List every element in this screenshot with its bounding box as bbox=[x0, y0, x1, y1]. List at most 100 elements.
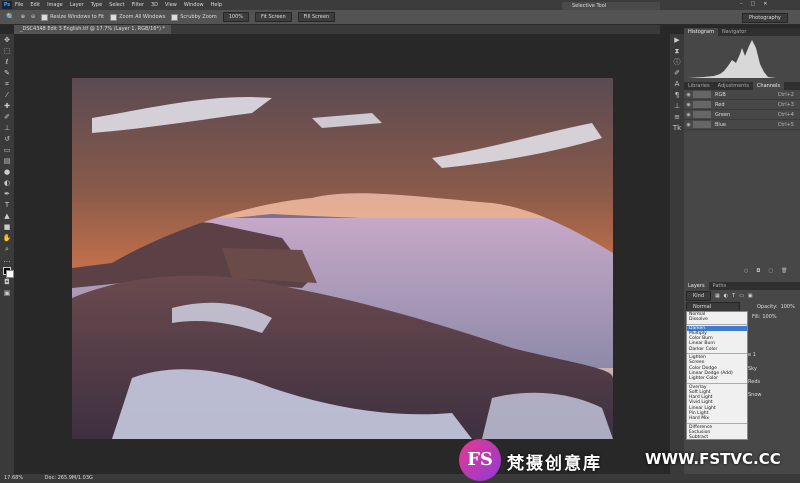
gradient-tool-icon[interactable]: ▤ bbox=[2, 156, 12, 166]
path-select-tool-icon[interactable]: ▲ bbox=[2, 211, 12, 221]
blend-mode-option[interactable]: Dissolve bbox=[687, 317, 747, 322]
maximize-icon[interactable]: □ bbox=[751, 1, 756, 7]
tab-navigator[interactable]: Navigator bbox=[718, 28, 750, 36]
zoom-all-option[interactable]: Zoom All Windows bbox=[110, 13, 165, 21]
clone-source-icon[interactable]: ⊥ bbox=[672, 101, 682, 111]
shape-tool-icon[interactable]: ■ bbox=[2, 222, 12, 232]
fill-value[interactable]: 100% bbox=[762, 314, 776, 320]
eyedropper-tool-icon[interactable]: ⁄ bbox=[2, 90, 12, 100]
menu-separator bbox=[687, 323, 747, 325]
dodge-tool-icon[interactable]: ◐ bbox=[2, 178, 12, 188]
menu-help[interactable]: Help bbox=[211, 2, 222, 8]
channel-row[interactable]: ◉ Red Ctrl+3 bbox=[684, 100, 800, 110]
pen-tool-icon[interactable]: ✒ bbox=[2, 189, 12, 199]
save-selection-icon[interactable]: ◘ bbox=[756, 268, 760, 274]
paragraph-icon[interactable]: ¶ bbox=[672, 90, 682, 100]
load-selection-icon[interactable]: ○ bbox=[744, 268, 748, 274]
zoom-100-button[interactable]: 100% bbox=[222, 12, 250, 22]
resize-windows-checkbox[interactable] bbox=[41, 13, 49, 21]
info-icon[interactable]: ⓘ bbox=[672, 57, 682, 67]
filter-adjust-icon[interactable]: ◐ bbox=[724, 293, 728, 299]
channel-row[interactable]: ◉ RGB Ctrl+2 bbox=[684, 90, 800, 100]
filter-shape-icon[interactable]: ▭ bbox=[739, 293, 744, 299]
scrubby-zoom-label: Scrubby Zoom bbox=[180, 14, 217, 20]
color-swatches-icon[interactable] bbox=[2, 266, 14, 278]
menu-select[interactable]: Select bbox=[109, 2, 124, 8]
eraser-tool-icon[interactable]: ▭ bbox=[2, 145, 12, 155]
menu-view[interactable]: View bbox=[165, 2, 177, 8]
menu-image[interactable]: Image bbox=[47, 2, 63, 8]
healing-brush-tool-icon[interactable]: ✚ bbox=[2, 101, 12, 111]
menu-layer[interactable]: Layer bbox=[70, 2, 84, 8]
document-tab-bar: _DSC4348 Edit 3 English.tif @ 17.7% (Lay… bbox=[14, 25, 660, 34]
status-zoom[interactable]: 17.68% bbox=[4, 475, 23, 481]
quick-mask-icon[interactable]: ◘ bbox=[2, 277, 12, 287]
tab-libraries[interactable]: Libraries bbox=[684, 82, 714, 90]
opacity-label: Opacity: bbox=[757, 304, 778, 310]
clone-stamp-tool-icon[interactable]: ⊥ bbox=[2, 123, 12, 133]
document-tab[interactable]: _DSC4348 Edit 3 English.tif @ 17.7% (Lay… bbox=[14, 25, 171, 34]
close-icon[interactable]: ✕ bbox=[763, 1, 767, 7]
window-controls: – □ ✕ bbox=[740, 1, 767, 7]
crop-tool-icon[interactable]: ⌗ bbox=[2, 79, 12, 89]
lasso-tool-icon[interactable]: ℓ bbox=[2, 57, 12, 67]
hand-tool-icon[interactable]: ✋ bbox=[2, 233, 12, 243]
visibility-eye-icon[interactable]: ◉ bbox=[684, 122, 693, 128]
menu-3d[interactable]: 3D bbox=[151, 2, 158, 8]
extra-tools-icon[interactable]: … bbox=[2, 255, 12, 265]
zoom-out-icon[interactable]: ⊖ bbox=[31, 14, 35, 20]
history-brush-tool-icon[interactable]: ↺ bbox=[2, 134, 12, 144]
zoom-in-icon[interactable]: ⊕ bbox=[21, 14, 25, 20]
layer-filter-row: Kind ▦ ◐ T ▭ ▣ bbox=[686, 291, 798, 301]
visibility-eye-icon[interactable]: ◉ bbox=[684, 92, 693, 98]
tab-channels[interactable]: Channels bbox=[752, 82, 785, 90]
new-channel-icon[interactable]: ▢ bbox=[768, 268, 773, 274]
menu-filter[interactable]: Filter bbox=[132, 2, 144, 8]
tab-adjustments[interactable]: Adjustments bbox=[714, 82, 753, 90]
marquee-tool-icon[interactable]: ⬚ bbox=[2, 46, 12, 56]
minimize-icon[interactable]: – bbox=[740, 1, 743, 7]
scrubby-zoom-option[interactable]: Scrubby Zoom bbox=[171, 13, 217, 21]
visibility-eye-icon[interactable]: ◉ bbox=[684, 102, 693, 108]
type-tool-icon[interactable]: T bbox=[2, 200, 12, 210]
tab-paths[interactable]: Paths bbox=[709, 282, 731, 290]
zoom-tool-sidebar-icon[interactable]: ⌕ bbox=[2, 244, 12, 254]
blend-mode-option[interactable]: Lighter Color bbox=[687, 376, 747, 381]
menu-file[interactable]: File bbox=[15, 2, 23, 8]
screen-mode-icon[interactable]: ▣ bbox=[2, 288, 12, 298]
blend-mode-option[interactable]: Darker Color bbox=[687, 347, 747, 352]
delete-channel-icon[interactable]: 🗑 bbox=[781, 268, 787, 274]
fill-screen-button[interactable]: Fill Screen bbox=[297, 12, 336, 22]
glyphs-icon[interactable]: Tk bbox=[672, 123, 682, 133]
menu-type[interactable]: Type bbox=[91, 2, 102, 8]
fit-screen-button[interactable]: Fit Screen bbox=[255, 12, 292, 22]
workspace-select[interactable]: Photography bbox=[742, 13, 788, 23]
move-tool-icon[interactable]: ✥ bbox=[2, 35, 12, 45]
channels-tabs: Libraries Adjustments Channels bbox=[684, 82, 800, 90]
play-icon[interactable]: ▶ bbox=[672, 35, 682, 45]
filter-type-icon[interactable]: T bbox=[732, 293, 735, 299]
history-icon[interactable]: ⧗ bbox=[672, 46, 682, 56]
menu-edit[interactable]: Edit bbox=[30, 2, 40, 8]
resize-windows-option[interactable]: Resize Windows to Fit bbox=[41, 13, 104, 21]
brush-tool-icon[interactable]: ✐ bbox=[2, 112, 12, 122]
scrubby-zoom-checkbox[interactable] bbox=[171, 13, 179, 21]
visibility-eye-icon[interactable]: ◉ bbox=[684, 112, 693, 118]
zoom-all-checkbox[interactable] bbox=[110, 13, 118, 21]
opacity-value[interactable]: 100% bbox=[781, 304, 795, 310]
zoom-tool-icon[interactable]: 🔍 bbox=[6, 13, 15, 21]
brush-preset-icon[interactable]: ✐ bbox=[672, 68, 682, 78]
properties-icon[interactable]: ≡ bbox=[672, 112, 682, 122]
filter-pixel-icon[interactable]: ▦ bbox=[715, 293, 720, 299]
kind-filter-select[interactable]: Kind bbox=[686, 291, 712, 301]
channel-row[interactable]: ◉ Green Ctrl+4 bbox=[684, 110, 800, 120]
quick-select-tool-icon[interactable]: ✎ bbox=[2, 68, 12, 78]
tab-layers[interactable]: Layers bbox=[684, 282, 709, 290]
channel-row[interactable]: ◉ Blue Ctrl+5 bbox=[684, 120, 800, 130]
blend-mode-option[interactable]: Hard Mix bbox=[687, 416, 747, 421]
menu-window[interactable]: Window bbox=[184, 2, 204, 8]
filter-smart-icon[interactable]: ▣ bbox=[748, 293, 753, 299]
tab-histogram[interactable]: Histogram bbox=[684, 28, 718, 36]
blur-tool-icon[interactable]: ● bbox=[2, 167, 12, 177]
character-icon[interactable]: A bbox=[672, 79, 682, 89]
